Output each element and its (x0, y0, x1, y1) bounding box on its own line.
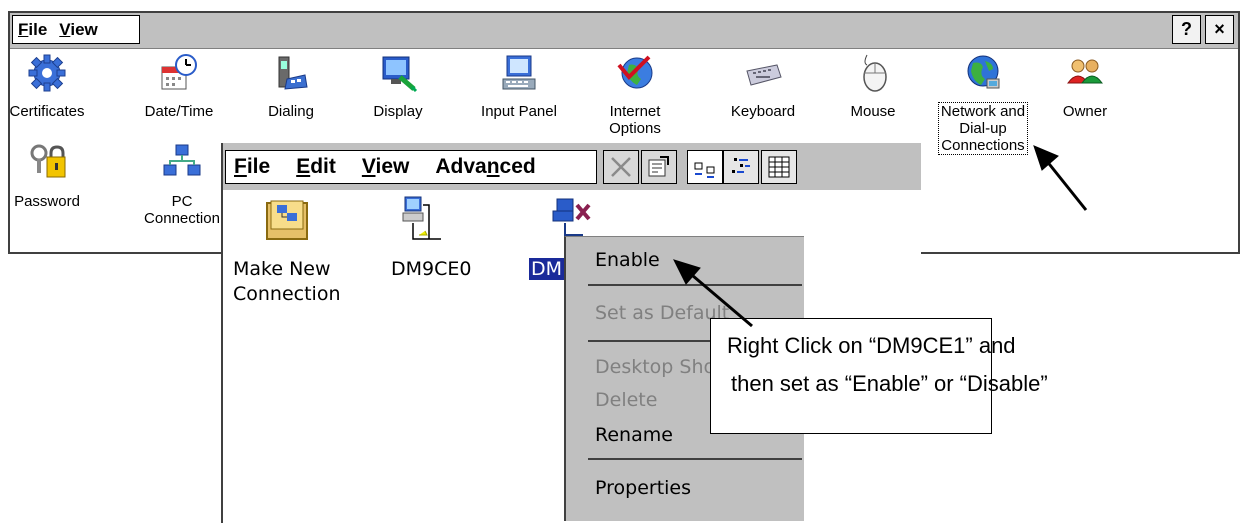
cp-item-label: Owner (1062, 103, 1108, 120)
delete-icon[interactable] (603, 150, 639, 184)
cp-item-display[interactable]: Display (348, 53, 448, 120)
ctx-separator (588, 284, 802, 286)
menu-view[interactable]: View (362, 155, 410, 179)
cp-item-input-panel[interactable]: Input Panel (469, 53, 569, 120)
calendar-clock-icon (161, 54, 197, 90)
people-icon (1067, 59, 1103, 84)
ctx-properties[interactable]: Properties (595, 475, 691, 501)
callout-line-1: Right Click on “DM9CE1” and (727, 333, 1016, 358)
control-panel-command-bar: File View ? × (10, 13, 1238, 49)
cp-item-certificates[interactable]: Certificates (0, 53, 97, 120)
mouse-icon (863, 54, 887, 92)
network-menu: File Edit View Advanced (225, 150, 597, 184)
phone-icon (278, 56, 308, 90)
keyboard-monitor-icon (502, 55, 536, 90)
cp-item-dialing[interactable]: Dialing (241, 53, 341, 120)
cp-item-owner[interactable]: Owner (1035, 53, 1135, 120)
cp-item-label: Internet Options (609, 103, 661, 137)
instruction-callout: Right Click on “DM9CE1” and then set as … (710, 318, 1048, 434)
globe-network-icon (967, 55, 1000, 89)
gear-icon (28, 54, 66, 92)
globe-check-icon (617, 55, 653, 89)
ctx-separator (588, 458, 802, 460)
cp-item-label: Certificates (9, 103, 85, 120)
nw-item-label: DM9CE0 (391, 258, 472, 280)
cp-item-label: Mouse (850, 103, 896, 120)
details-icon[interactable] (761, 150, 797, 184)
menu-file[interactable]: File (18, 20, 47, 40)
cp-item-label: Input Panel (481, 103, 557, 120)
network-computers-icon (163, 144, 201, 176)
cp-item-mouse[interactable]: Mouse (823, 53, 923, 120)
cp-item-label: PC Connection (144, 193, 220, 227)
network-command-bar: File Edit View Advanced (223, 143, 921, 190)
menu-advanced[interactable]: Advanced (435, 155, 535, 179)
nw-item-make-new-connection[interactable]: Make New Connection (233, 195, 341, 307)
callout-line-2: then set as “Enable” or “Disable” (731, 371, 1048, 396)
monitor-icon (382, 56, 418, 93)
cp-item-network-dialup[interactable]: Network and Dial-up Connections (933, 53, 1033, 155)
nw-item-label: Make New Connection (233, 258, 341, 305)
menu-file[interactable]: File (234, 155, 270, 179)
ctx-delete[interactable]: Delete (595, 387, 657, 413)
network-connection-icon (402, 196, 441, 240)
cp-item-label: Keyboard (730, 103, 796, 120)
ctx-enable[interactable]: Enable (595, 247, 660, 273)
cp-item-date-time[interactable]: Date/Time (129, 53, 229, 120)
control-panel-menu: File View (12, 15, 140, 44)
cp-item-internet-options[interactable]: Internet Options (585, 53, 685, 137)
ctx-rename[interactable]: Rename (595, 422, 673, 448)
help-button[interactable]: ? (1172, 15, 1201, 44)
menu-edit[interactable]: Edit (296, 155, 336, 179)
properties-icon[interactable] (641, 150, 677, 184)
cp-item-password[interactable]: Password (0, 143, 97, 210)
cp-item-label: Password (14, 193, 80, 210)
new-connection-icon (266, 200, 308, 240)
cp-item-label: Network and Dial-up Connections (937, 102, 1029, 155)
cp-item-label: Date/Time (144, 103, 214, 120)
large-icons-icon[interactable] (687, 150, 723, 184)
close-button[interactable]: × (1205, 15, 1234, 44)
cp-item-label: Display (373, 103, 423, 120)
nw-item-dm9ce0[interactable]: DM9CE0 (391, 195, 471, 282)
nw-item-label-selected: DM (527, 257, 566, 281)
list-icon[interactable] (723, 150, 759, 184)
keys-lock-icon (30, 144, 66, 178)
cp-item-pc-connection[interactable]: PC Connection (132, 143, 232, 227)
cp-item-label: Dialing (268, 103, 314, 120)
cp-item-keyboard[interactable]: Keyboard (713, 53, 813, 120)
menu-view[interactable]: View (59, 20, 97, 40)
keyboard-icon (746, 64, 782, 86)
